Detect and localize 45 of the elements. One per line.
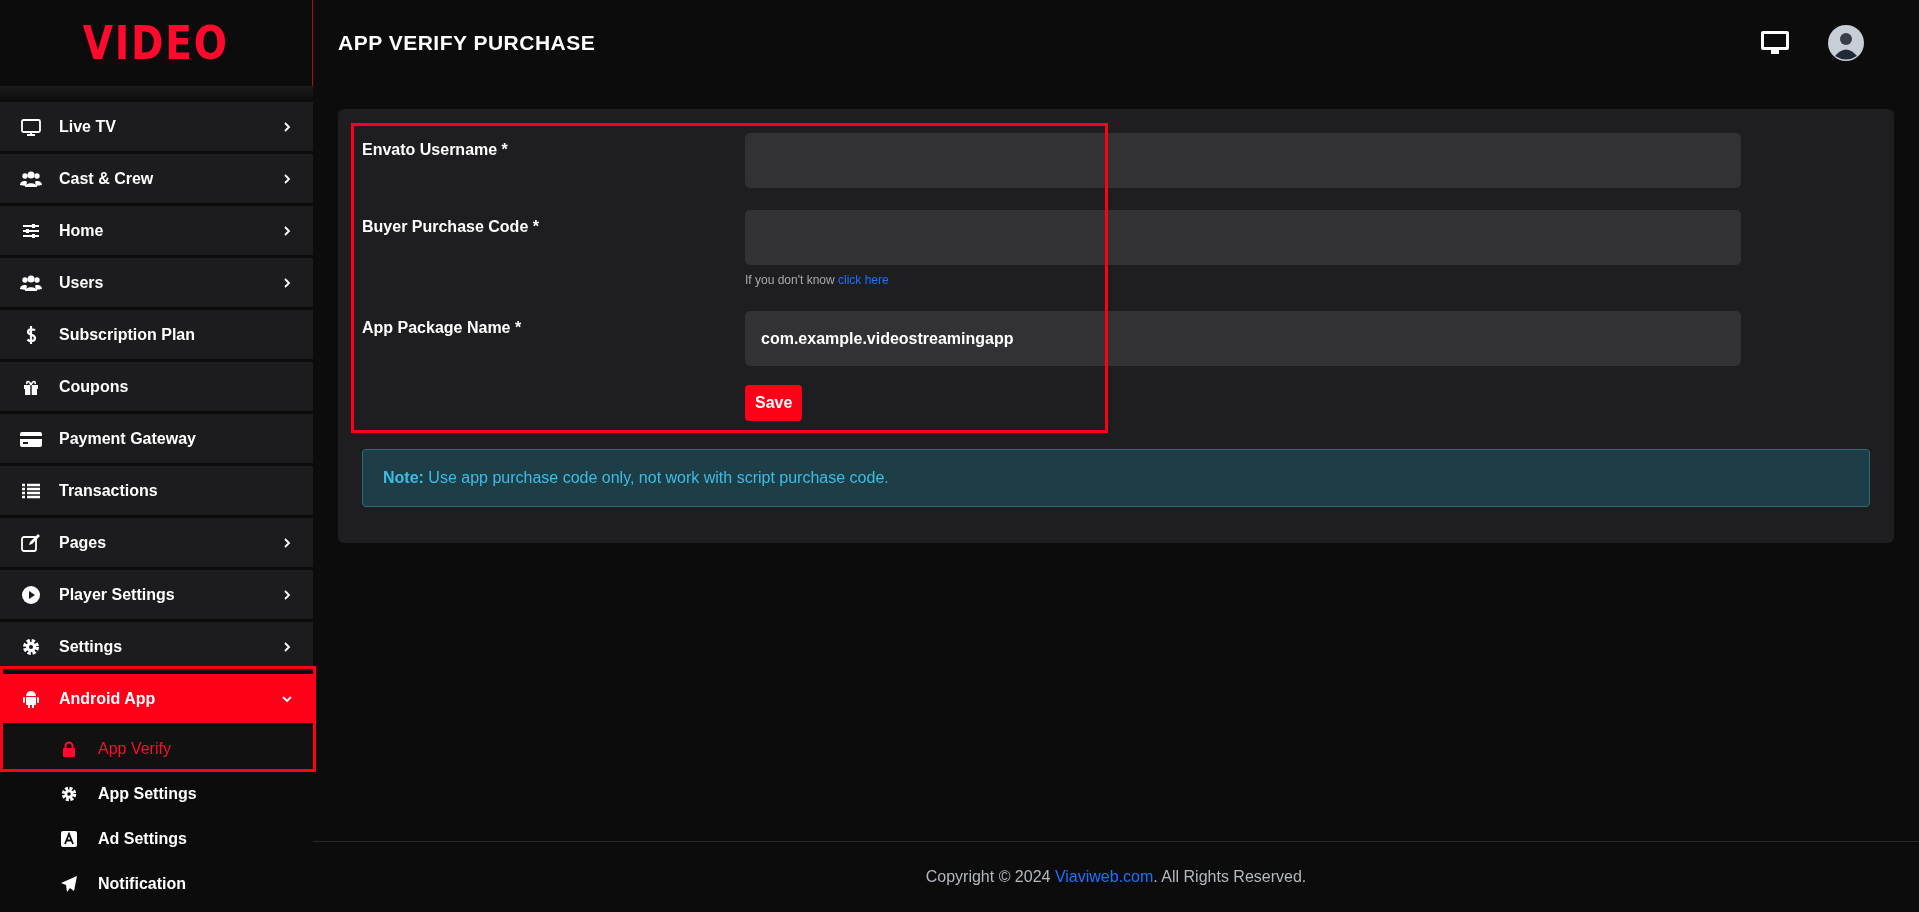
field-label: Buyer Purchase Code *: [362, 217, 540, 237]
note-alert: Note: Use app purchase code only, not work with script purchase code.: [362, 449, 1870, 507]
sidebar-item[interactable]: Payment Gateway: [0, 414, 313, 463]
save-button[interactable]: Save: [745, 385, 803, 421]
submenu-item[interactable]: App Verify: [0, 726, 313, 771]
chevron-icon: [281, 120, 293, 133]
sidebar-item[interactable]: Cast & Crew: [0, 154, 313, 203]
sidebar-item[interactable]: Home: [0, 206, 313, 255]
edit-icon: [20, 531, 42, 554]
chevron-icon: [281, 536, 293, 549]
play-icon: [20, 583, 42, 606]
chevron-icon: [281, 224, 293, 237]
avatar-icon[interactable]: [1828, 25, 1864, 61]
sidebar-item[interactable]: Pages: [0, 518, 313, 567]
sidebar-item[interactable]: Player Settings: [0, 570, 313, 619]
sidebar-item[interactable]: Coupons: [0, 362, 313, 411]
paper-plane-icon: [60, 874, 78, 893]
chevron-icon: [281, 172, 293, 185]
sidebar-item[interactable]: Subscription Plan: [0, 310, 313, 359]
sidebar-item[interactable]: Transactions: [0, 466, 313, 515]
input-field[interactable]: com.example.videostreamingapp: [745, 311, 1741, 366]
field-label: App Package Name *: [362, 318, 523, 338]
sidebar-item[interactable]: Live TV: [0, 102, 313, 151]
chevron-icon: [281, 276, 293, 289]
sidebar-item[interactable]: Settings: [0, 622, 313, 671]
field-label: Envato Username *: [362, 140, 509, 160]
lock-icon: [60, 739, 78, 758]
help-text: If you don't know click here: [745, 272, 890, 289]
submenu-item[interactable]: Ad Settings: [0, 816, 313, 861]
gear-icon: [60, 784, 78, 803]
chevron-icon: [281, 588, 293, 601]
input-field[interactable]: [745, 133, 1741, 188]
sidebar-item[interactable]: Users: [0, 258, 313, 307]
chevron-icon: [281, 640, 293, 653]
footer-link[interactable]: Viaviweb.com: [1054, 868, 1154, 885]
submenu-item[interactable]: App Settings: [0, 771, 313, 816]
page-title: APP VERIFY PURCHASE: [338, 30, 596, 57]
submenu-item[interactable]: Notification: [0, 861, 313, 906]
monitor-icon[interactable]: [1760, 30, 1790, 56]
logo[interactable]: VIDEO: [83, 20, 229, 66]
input-field[interactable]: [745, 210, 1741, 265]
help-link[interactable]: click here: [838, 273, 889, 287]
sidebar-item[interactable]: Android App: [0, 674, 313, 723]
letter-a-icon: [60, 829, 78, 848]
copyright-text: Copyright © 2024 Viaviweb.com. All Rights Reserved.: [925, 867, 1307, 887]
